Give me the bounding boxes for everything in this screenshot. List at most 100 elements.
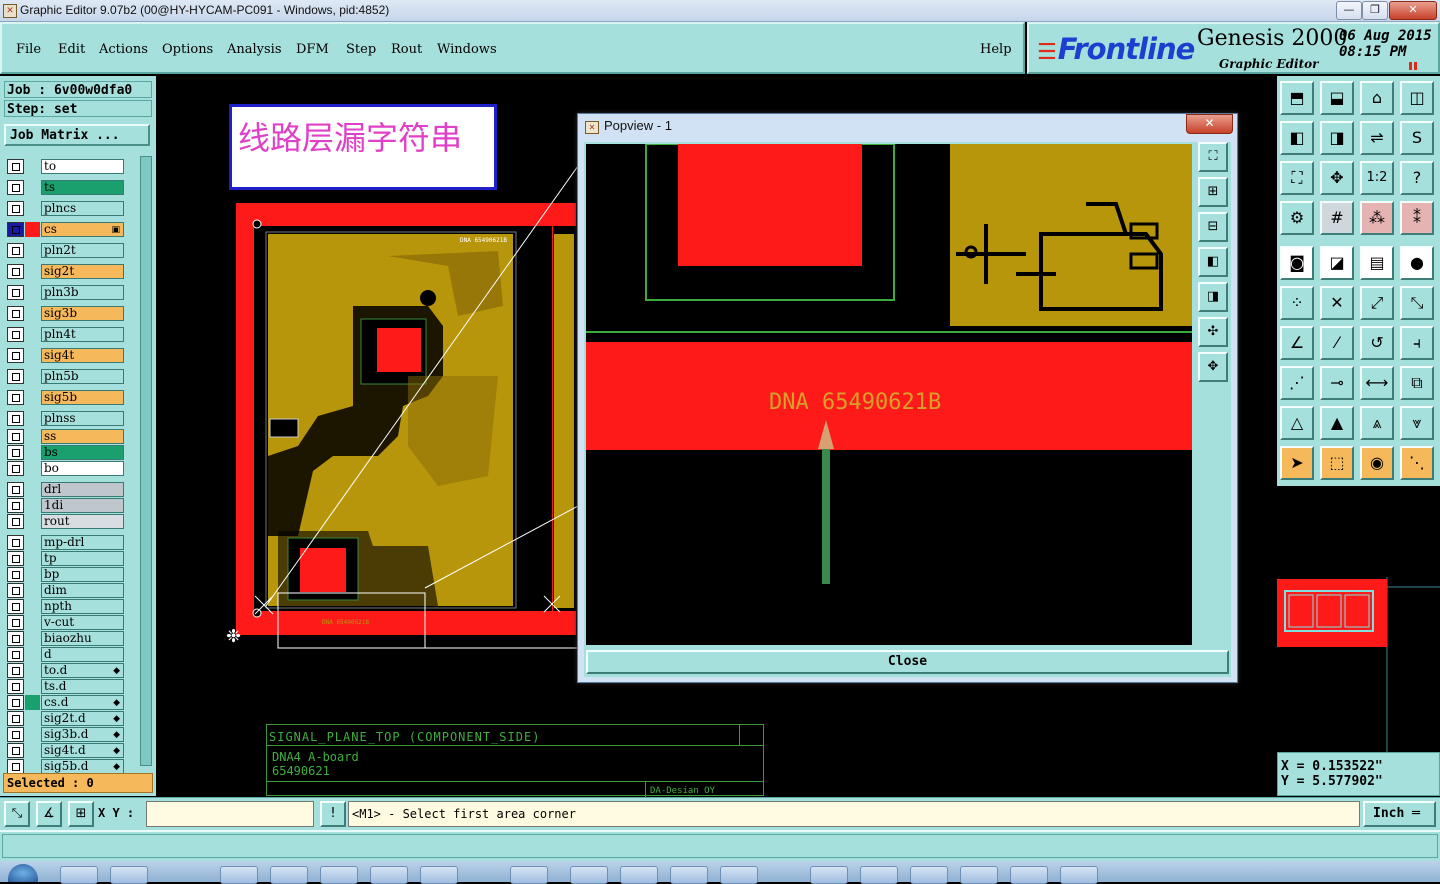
layer-color-swatch[interactable] bbox=[25, 180, 40, 195]
close-window-button[interactable]: ✕ bbox=[1389, 1, 1437, 20]
taskbar-app[interactable] bbox=[960, 866, 998, 884]
layer-visibility-checkbox[interactable] bbox=[7, 369, 24, 384]
net-select-icon[interactable]: ⁑ bbox=[1400, 201, 1434, 235]
layer-visibility-checkbox[interactable] bbox=[7, 461, 24, 476]
split-icon[interactable]: ⊸ bbox=[1320, 366, 1354, 400]
layer-visibility-checkbox[interactable] bbox=[7, 567, 24, 582]
layer-visibility-checkbox[interactable] bbox=[7, 663, 24, 678]
layer-row-pln4t[interactable]: pln4t bbox=[7, 327, 124, 342]
distance-icon[interactable]: ⟷ bbox=[1360, 366, 1394, 400]
layer-visibility-checkbox[interactable] bbox=[7, 711, 24, 726]
pad-select-icon[interactable]: ◙ bbox=[1280, 246, 1314, 280]
layer-color-swatch[interactable] bbox=[25, 429, 40, 444]
layer-row-dim[interactable]: dim bbox=[7, 583, 124, 598]
zoom-center-icon[interactable]: ✥ bbox=[1320, 161, 1354, 195]
maximize-button[interactable]: ❐ bbox=[1362, 1, 1388, 20]
layer-row-bs[interactable]: bs bbox=[7, 445, 124, 460]
layer-row-ts.d[interactable]: ts.d bbox=[7, 679, 124, 694]
move-point-icon[interactable]: ⤢ bbox=[1360, 286, 1394, 320]
layer-color-swatch[interactable] bbox=[25, 727, 40, 742]
popview-center-button[interactable]: ✥ bbox=[1198, 352, 1228, 382]
net-icon[interactable]: ⁂ bbox=[1360, 201, 1394, 235]
pointer-multi-icon[interactable]: ⋱ bbox=[1400, 446, 1434, 480]
layer-row-sig4t[interactable]: sig4t bbox=[7, 348, 124, 363]
add-point-icon[interactable]: ⤡ bbox=[1400, 286, 1434, 320]
taskbar-app[interactable] bbox=[320, 866, 358, 884]
layer-row-sig2t.d[interactable]: sig2t.d ◆ bbox=[7, 711, 124, 726]
layer-color-swatch[interactable] bbox=[25, 679, 40, 694]
layer-visibility-checkbox[interactable] bbox=[7, 429, 24, 444]
layer-row-ss[interactable]: ss bbox=[7, 429, 124, 444]
layer-visibility-checkbox[interactable] bbox=[7, 180, 24, 195]
layer-visibility-checkbox[interactable] bbox=[7, 482, 24, 497]
layer-color-swatch[interactable] bbox=[25, 411, 40, 426]
layer-color-swatch[interactable] bbox=[25, 551, 40, 566]
layer-visibility-checkbox[interactable] bbox=[7, 243, 24, 258]
align-icon[interactable]: ⫞ bbox=[1400, 326, 1434, 360]
circle-icon[interactable]: ● bbox=[1400, 246, 1434, 280]
snap-icon[interactable]: S bbox=[1400, 121, 1434, 155]
layer-visibility-checkbox[interactable] bbox=[7, 390, 24, 405]
layer-row-cs[interactable]: cs ▣ bbox=[7, 222, 124, 237]
job-matrix-button[interactable]: Job Matrix ... bbox=[4, 124, 150, 146]
layer-row-plncs[interactable]: plncs bbox=[7, 201, 124, 216]
layer-row-sig3b[interactable]: sig3b bbox=[7, 306, 124, 321]
layer-row-pln2t[interactable]: pln2t bbox=[7, 243, 124, 258]
layer-row-sig5b[interactable]: sig5b bbox=[7, 390, 124, 405]
layer-color-swatch[interactable] bbox=[25, 390, 40, 405]
taskbar-app[interactable] bbox=[620, 866, 658, 884]
menu-dfm[interactable]: DFM bbox=[296, 42, 329, 57]
taskbar-app[interactable] bbox=[670, 866, 708, 884]
taskbar-app[interactable] bbox=[510, 866, 548, 884]
popview-pan-right-button[interactable]: ◨ bbox=[1198, 282, 1228, 312]
menu-windows[interactable]: Windows bbox=[437, 42, 497, 57]
help-icon[interactable]: ? bbox=[1400, 161, 1434, 195]
popview-close-button[interactable]: Close bbox=[586, 650, 1229, 674]
taskbar-app[interactable] bbox=[110, 866, 148, 884]
node-icon[interactable]: ⋰ bbox=[1280, 366, 1314, 400]
menu-actions[interactable]: Actions bbox=[99, 42, 148, 57]
layer-color-swatch[interactable] bbox=[25, 711, 40, 726]
layer-row-ts[interactable]: ts bbox=[7, 180, 124, 195]
layer-visibility-checkbox[interactable] bbox=[7, 514, 24, 529]
mirror-icon[interactable]: ⇌ bbox=[1360, 121, 1394, 155]
layer-row-sig2t[interactable]: sig2t bbox=[7, 264, 124, 279]
select-pointer-icon[interactable]: ➤ bbox=[1280, 446, 1314, 480]
layer-row-sig4t.d[interactable]: sig4t.d ◆ bbox=[7, 743, 124, 758]
taskbar-app[interactable] bbox=[60, 866, 98, 884]
taskbar-app[interactable] bbox=[720, 866, 758, 884]
layer-color-swatch[interactable] bbox=[25, 743, 40, 758]
taskbar-app[interactable] bbox=[370, 866, 408, 884]
popview-zoom-in-button[interactable]: ⊞ bbox=[1198, 177, 1228, 207]
arrow-up-icon[interactable]: ⩓ bbox=[1360, 406, 1394, 440]
minimap[interactable] bbox=[1277, 487, 1440, 752]
layer-visibility-checkbox[interactable] bbox=[7, 759, 24, 774]
popview-fit-button[interactable]: ✣ bbox=[1198, 317, 1228, 347]
menu-help[interactable]: Help bbox=[980, 42, 1012, 57]
layer-visibility-checkbox[interactable] bbox=[7, 159, 24, 174]
layer-row-v-cut[interactable]: v-cut bbox=[7, 615, 124, 630]
menu-file[interactable]: File bbox=[16, 42, 41, 57]
layer-row-1di[interactable]: 1di bbox=[7, 498, 124, 513]
layer-visibility-checkbox[interactable] bbox=[7, 743, 24, 758]
layer-visibility-checkbox[interactable] bbox=[7, 679, 24, 694]
taskbar-app[interactable] bbox=[220, 866, 258, 884]
layer-visibility-checkbox[interactable] bbox=[7, 306, 24, 321]
layer-color-swatch[interactable] bbox=[25, 264, 40, 279]
xy-input[interactable] bbox=[146, 801, 314, 827]
layer-row-rout[interactable]: rout bbox=[7, 514, 124, 529]
taskbar-app[interactable] bbox=[810, 866, 848, 884]
layer-visibility-checkbox[interactable] bbox=[7, 264, 24, 279]
popview-pan-left-button[interactable]: ◧ bbox=[1198, 247, 1228, 277]
layer-visibility-checkbox[interactable] bbox=[7, 348, 24, 363]
layer-color-swatch[interactable] bbox=[25, 535, 40, 550]
layer-visibility-checkbox[interactable] bbox=[7, 327, 24, 342]
grid-snap-icon[interactable]: ⊞ bbox=[68, 801, 94, 827]
layer-visibility-checkbox[interactable] bbox=[7, 583, 24, 598]
layer-visibility-checkbox[interactable] bbox=[7, 615, 24, 630]
layer-row-d[interactable]: d bbox=[7, 647, 124, 662]
layer-row-pln3b[interactable]: pln3b bbox=[7, 285, 124, 300]
layer-color-swatch[interactable] bbox=[25, 445, 40, 460]
taskbar-app[interactable] bbox=[570, 866, 608, 884]
layer-row-tp[interactable]: tp bbox=[7, 551, 124, 566]
